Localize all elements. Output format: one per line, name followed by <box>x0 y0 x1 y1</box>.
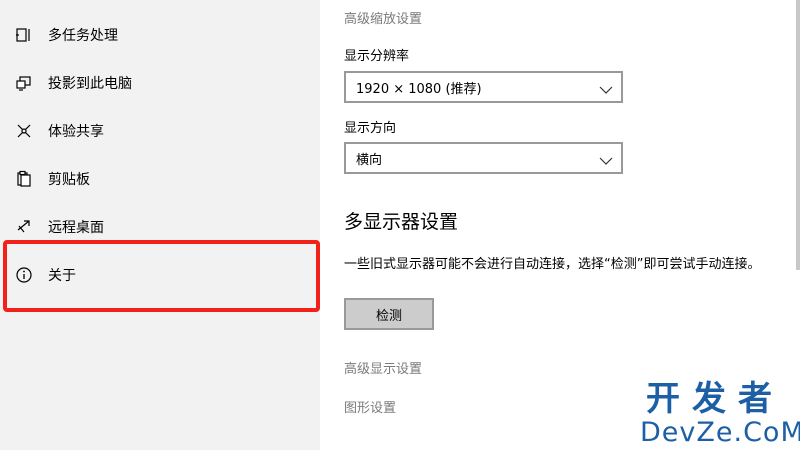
scrollbar-thumb[interactable] <box>796 0 800 270</box>
remote-desktop-icon <box>14 217 34 237</box>
chevron-down-icon <box>599 152 613 171</box>
settings-sidebar: 多任务处理 投影到此电脑 体验共享 剪贴板 远程桌面 关于 <box>0 0 320 450</box>
clipboard-icon <box>14 169 34 189</box>
multitasking-icon <box>14 25 34 45</box>
orientation-dropdown[interactable]: 横向 <box>344 142 623 174</box>
resolution-value: 1920 × 1080 (推荐) <box>356 81 482 97</box>
info-icon <box>14 265 34 285</box>
sidebar-item-label: 体验共享 <box>48 124 104 140</box>
resolution-dropdown[interactable]: 1920 × 1080 (推荐) <box>344 71 623 103</box>
sidebar-item-label: 关于 <box>48 268 76 284</box>
shared-experiences-icon <box>14 121 34 141</box>
resolution-label: 显示分辨率 <box>344 49 410 64</box>
sidebar-item-remote-desktop[interactable]: 远程桌面 <box>0 203 320 251</box>
sidebar-item-label: 剪贴板 <box>48 172 90 188</box>
sidebar-item-projecting[interactable]: 投影到此电脑 <box>0 59 320 107</box>
chevron-down-icon <box>599 81 613 100</box>
sidebar-item-about[interactable]: 关于 <box>0 251 320 299</box>
projecting-icon <box>14 73 34 93</box>
advanced-scaling-link[interactable]: 高级缩放设置 <box>344 8 422 27</box>
multi-display-heading: 多显示器设置 <box>344 211 459 233</box>
display-settings-panel: 高级缩放设置 显示分辨率 1920 × 1080 (推荐) 显示方向 横向 多显… <box>320 0 800 450</box>
multi-display-description: 一些旧式显示器可能不会进行自动连接，选择“检测”即可尝试手动连接。 <box>344 257 761 272</box>
sidebar-item-multitasking[interactable]: 多任务处理 <box>0 11 320 59</box>
sidebar-item-label: 投影到此电脑 <box>48 76 132 92</box>
orientation-label: 显示方向 <box>344 121 397 136</box>
orientation-value: 横向 <box>356 152 383 168</box>
sidebar-item-label: 远程桌面 <box>48 220 104 236</box>
advanced-display-settings-link[interactable]: 高级显示设置 <box>344 358 422 377</box>
detect-button[interactable]: 检测 <box>344 298 434 330</box>
graphics-settings-link[interactable]: 图形设置 <box>344 397 396 416</box>
sidebar-item-shared-experiences[interactable]: 体验共享 <box>0 107 320 155</box>
sidebar-item-label: 多任务处理 <box>48 28 118 44</box>
sidebar-item-clipboard[interactable]: 剪贴板 <box>0 155 320 203</box>
